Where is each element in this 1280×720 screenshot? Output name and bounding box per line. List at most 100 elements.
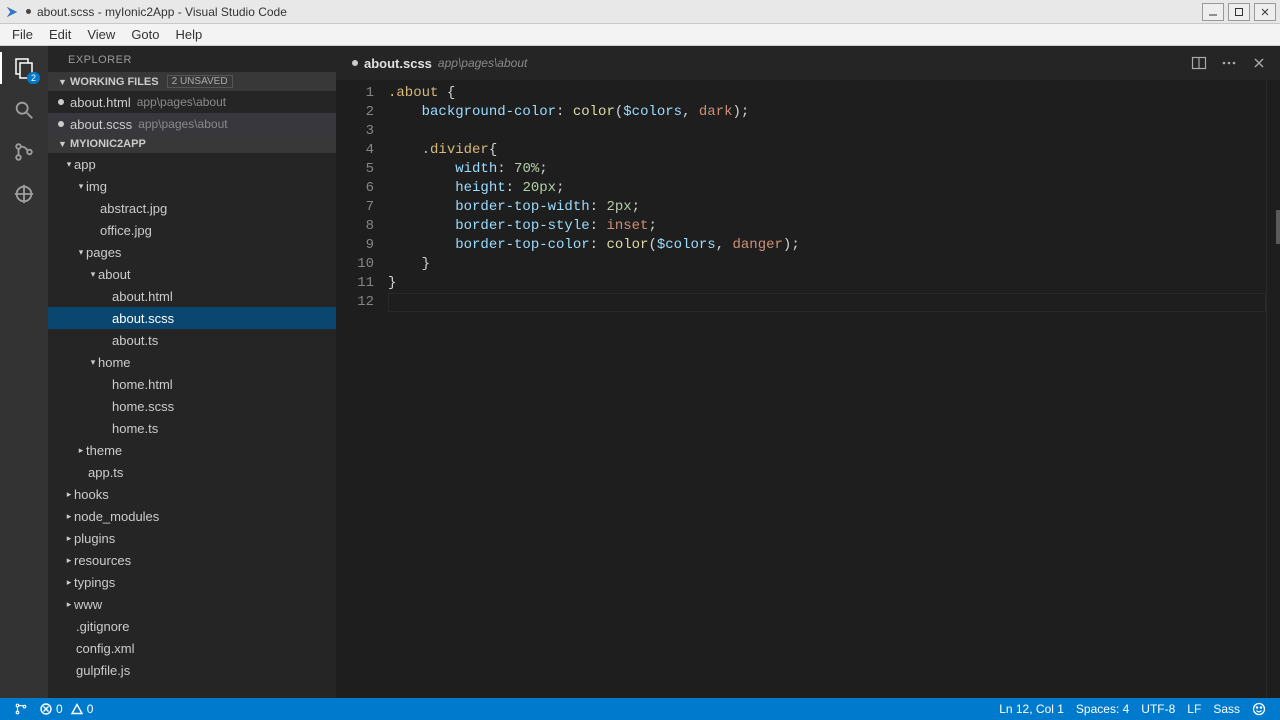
activity-bar: 2 xyxy=(0,46,48,698)
tab-actions xyxy=(1190,54,1274,72)
file-item[interactable]: home.ts xyxy=(48,417,336,439)
tab-subpath: app\pages\about xyxy=(438,56,527,70)
tree-label: config.xml xyxy=(76,641,135,656)
tree-label: resources xyxy=(74,553,131,568)
chevron-down-icon: ▾ xyxy=(76,181,86,192)
activity-explorer-badge: 2 xyxy=(27,72,40,84)
status-position[interactable]: Ln 12, Col 1 xyxy=(993,702,1070,716)
tree-label: app xyxy=(74,157,96,172)
tree-label: pages xyxy=(86,245,121,260)
file-item[interactable]: .gitignore xyxy=(48,615,336,637)
chevron-right-icon: ▸ xyxy=(64,599,74,610)
activity-explorer[interactable]: 2 xyxy=(10,54,38,82)
working-file[interactable]: about.htmlapp\pages\about xyxy=(48,91,336,113)
editor-group: about.scss app\pages\about 1234567891011… xyxy=(336,46,1280,698)
menu-view[interactable]: View xyxy=(79,25,123,44)
sidebar-title: EXPLORER xyxy=(48,46,336,72)
vscode-icon xyxy=(4,4,20,20)
file-item[interactable]: gulpfile.js xyxy=(48,659,336,681)
editor[interactable]: 123456789101112 .about { background-colo… xyxy=(336,80,1280,698)
chevron-right-icon: ▸ xyxy=(76,445,86,456)
tree-label: about.ts xyxy=(112,333,158,348)
folder-item[interactable]: ▾img xyxy=(48,175,336,197)
tree-label: office.jpg xyxy=(100,223,152,238)
file-item[interactable]: about.html xyxy=(48,285,336,307)
dirty-dot-icon xyxy=(26,9,31,14)
working-files-label: WORKING FILES xyxy=(70,76,159,88)
folder-item[interactable]: ▾app xyxy=(48,153,336,175)
folder-item[interactable]: ▾pages xyxy=(48,241,336,263)
status-feedback[interactable] xyxy=(1246,702,1272,716)
tree-label: www xyxy=(74,597,102,612)
status-spaces[interactable]: Spaces: 4 xyxy=(1070,702,1135,716)
folder-item[interactable]: ▾home xyxy=(48,351,336,373)
file-label: about.scss xyxy=(70,117,132,132)
menu-edit[interactable]: Edit xyxy=(41,25,79,44)
working-file[interactable]: about.scssapp\pages\about xyxy=(48,113,336,135)
tree-label: node_modules xyxy=(74,509,159,524)
tree-label: about xyxy=(98,267,131,282)
overview-marker xyxy=(1276,210,1280,244)
activity-debug[interactable] xyxy=(10,180,38,208)
chevron-down-icon: ▾ xyxy=(64,159,74,170)
working-files-header[interactable]: ▼ WORKING FILES 2 UNSAVED xyxy=(48,72,336,91)
close-tab-icon[interactable] xyxy=(1250,54,1268,72)
folder-item[interactable]: ▸typings xyxy=(48,571,336,593)
status-encoding[interactable]: UTF-8 xyxy=(1135,702,1181,716)
tab-about-scss[interactable]: about.scss app\pages\about xyxy=(342,46,537,80)
file-item[interactable]: home.html xyxy=(48,373,336,395)
warning-count: 0 xyxy=(87,702,94,716)
dirty-dot-icon xyxy=(352,60,358,66)
chevron-right-icon: ▸ xyxy=(64,489,74,500)
code-area[interactable]: .about { background-color: color($colors… xyxy=(388,80,1280,698)
folder-item[interactable]: ▸plugins xyxy=(48,527,336,549)
project-header[interactable]: ▼ MYIONIC2APP xyxy=(48,135,336,153)
tree-label: typings xyxy=(74,575,115,590)
menu-file[interactable]: File xyxy=(4,25,41,44)
tree-label: home.scss xyxy=(112,399,174,414)
editor-scrollbar[interactable] xyxy=(1266,80,1280,698)
file-item[interactable]: about.ts xyxy=(48,329,336,351)
tree-label: gulpfile.js xyxy=(76,663,130,678)
menu-goto[interactable]: Goto xyxy=(123,25,167,44)
status-language[interactable]: Sass xyxy=(1207,702,1246,716)
status-eol[interactable]: LF xyxy=(1181,702,1207,716)
window-title: about.scss - myIonic2App - Visual Studio… xyxy=(37,5,1202,19)
file-item[interactable]: about.scss xyxy=(48,307,336,329)
minimize-button[interactable] xyxy=(1202,3,1224,21)
file-item[interactable]: abstract.jpg xyxy=(48,197,336,219)
file-item[interactable]: home.scss xyxy=(48,395,336,417)
chevron-right-icon: ▸ xyxy=(64,577,74,588)
folder-item[interactable]: ▾about xyxy=(48,263,336,285)
folder-item[interactable]: ▸resources xyxy=(48,549,336,571)
error-icon xyxy=(40,703,52,715)
activity-search[interactable] xyxy=(10,96,38,124)
maximize-button[interactable] xyxy=(1228,3,1250,21)
activity-git[interactable] xyxy=(10,138,38,166)
chevron-down-icon: ▼ xyxy=(58,139,68,149)
folder-item[interactable]: ▸theme xyxy=(48,439,336,461)
status-problems[interactable]: 0 0 xyxy=(34,698,99,720)
folder-item[interactable]: ▸hooks xyxy=(48,483,336,505)
file-item[interactable]: config.xml xyxy=(48,637,336,659)
file-item[interactable]: app.ts xyxy=(48,461,336,483)
tree-label: home.ts xyxy=(112,421,158,436)
menu-help[interactable]: Help xyxy=(168,25,211,44)
dirty-dot-icon xyxy=(58,99,64,105)
chevron-right-icon: ▸ xyxy=(64,533,74,544)
more-actions-icon[interactable] xyxy=(1220,54,1238,72)
file-tree: ▾app▾imgabstract.jpgoffice.jpg▾pages▾abo… xyxy=(48,153,336,698)
sidebar: EXPLORER ▼ WORKING FILES 2 UNSAVED about… xyxy=(48,46,336,698)
folder-item[interactable]: ▸www xyxy=(48,593,336,615)
tab-bar: about.scss app\pages\about xyxy=(336,46,1280,80)
folder-item[interactable]: ▸node_modules xyxy=(48,505,336,527)
window-controls xyxy=(1202,3,1276,21)
chevron-down-icon: ▾ xyxy=(76,247,86,258)
close-button[interactable] xyxy=(1254,3,1276,21)
split-editor-icon[interactable] xyxy=(1190,54,1208,72)
tree-label: app.ts xyxy=(88,465,123,480)
status-git[interactable] xyxy=(8,698,34,720)
menubar: FileEditViewGotoHelp xyxy=(0,24,1280,46)
file-item[interactable]: office.jpg xyxy=(48,219,336,241)
working-files-list: about.htmlapp\pages\aboutabout.scssapp\p… xyxy=(48,91,336,135)
